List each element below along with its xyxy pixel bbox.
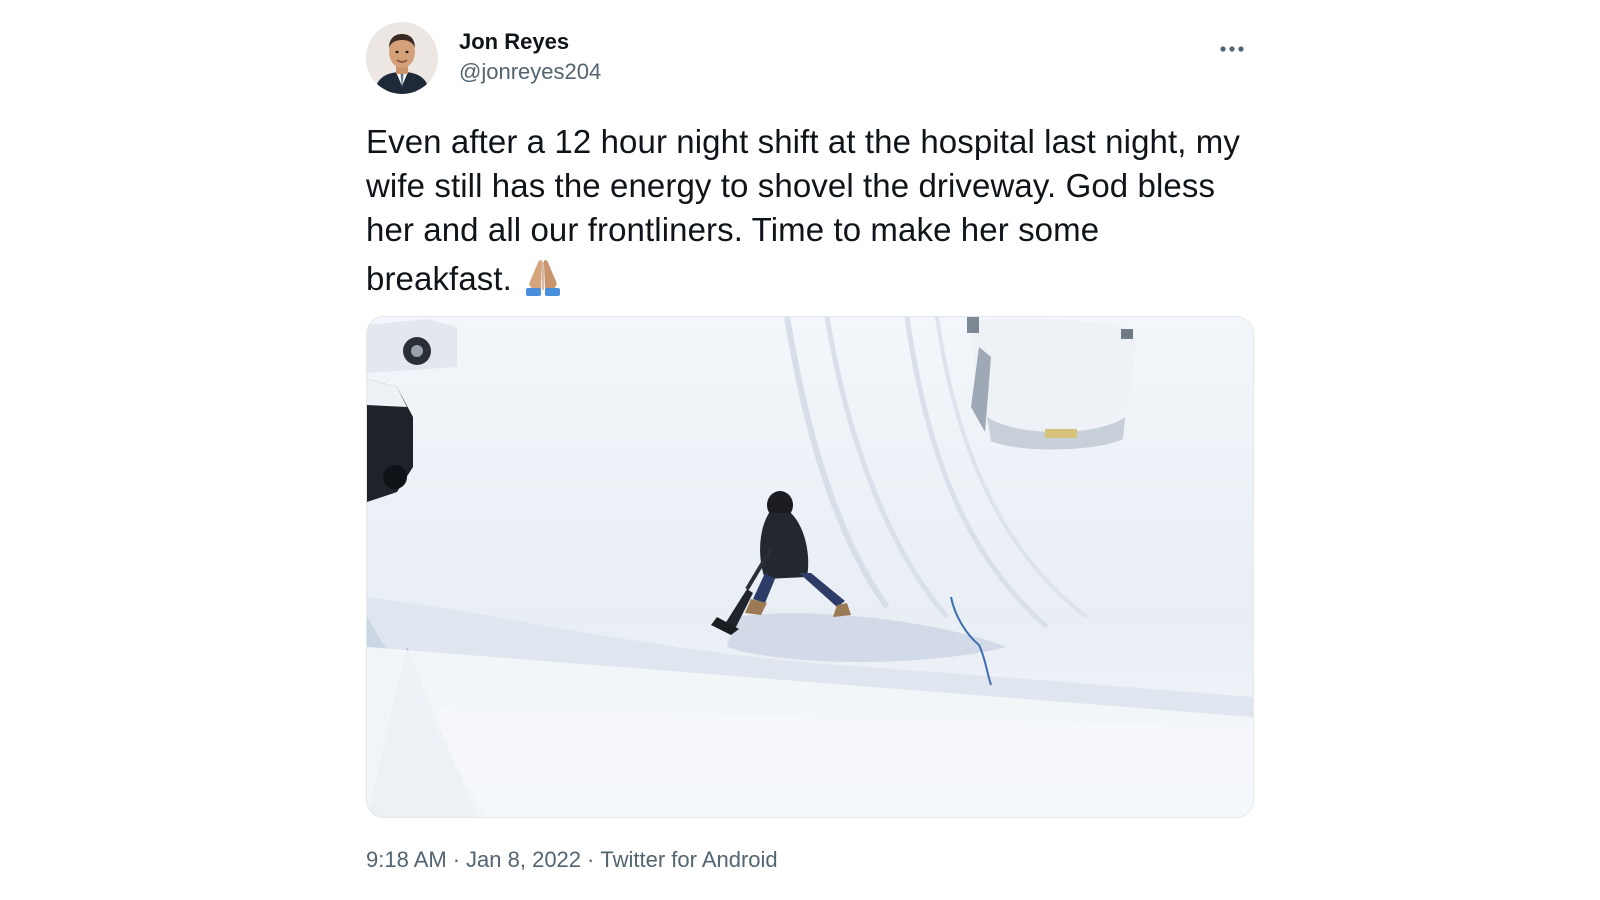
avatar-portrait-icon [366,22,438,94]
more-options-button[interactable] [1212,34,1252,64]
meta-separator: · [452,847,461,872]
tweet-text: Even after a 12 hour night shift at the … [366,120,1252,301]
user-handle[interactable]: @jonreyes204 [459,58,601,86]
tweet-photo[interactable] [366,316,1254,818]
user-info: Jon Reyes @jonreyes204 [459,28,601,86]
display-name[interactable]: Jon Reyes [459,28,601,56]
folded-hands-icon [525,260,560,296]
tweet-time[interactable]: 9:18 AM [366,846,447,874]
tweet-body-text: Even after a 12 hour night shift at the … [366,123,1240,297]
more-dots-icon [1220,46,1244,52]
snowy-driveway-photo [367,317,1253,817]
tweet-header: Jon Reyes @jonreyes204 [366,20,1252,100]
tweet-card: Jon Reyes @jonreyes204 Even after a 12 h… [366,20,1254,872]
meta-separator: · [587,847,595,872]
tweet-source[interactable]: Twitter for Android [600,846,777,874]
tweet-meta: 9:18 AM · Jan 8, 2022 · Twitter for Android [366,846,778,874]
tweet-date[interactable]: Jan 8, 2022 [466,846,581,874]
avatar[interactable] [366,22,438,94]
